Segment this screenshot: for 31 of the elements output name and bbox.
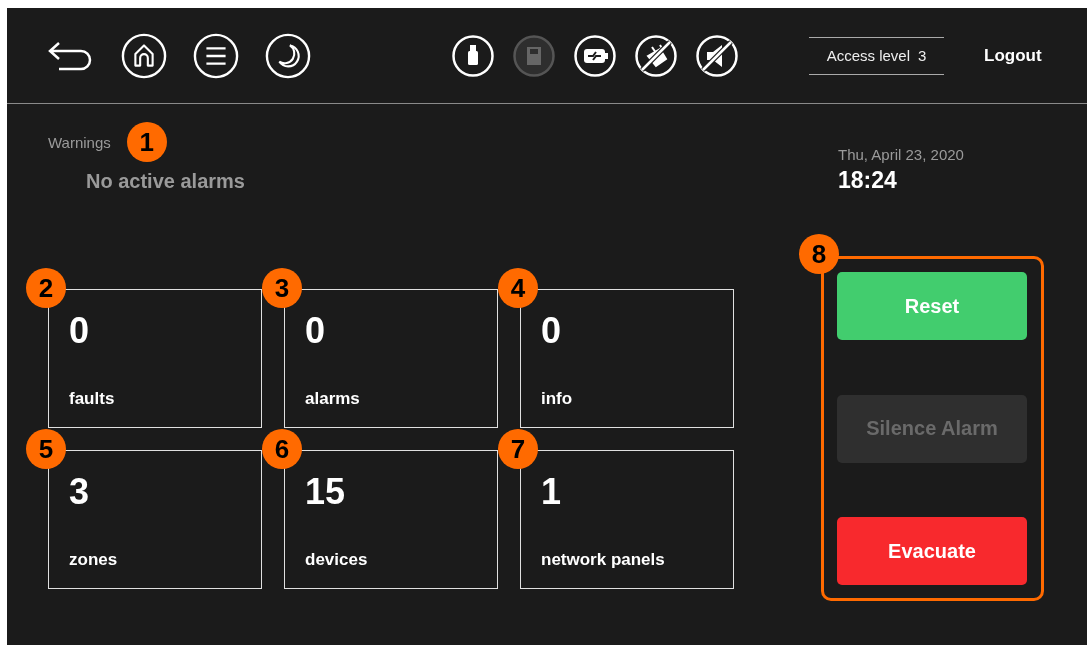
time-text: 18:24 <box>838 167 898 194</box>
warnings-label: Warnings <box>48 133 111 151</box>
counter-label: faults <box>69 389 115 409</box>
counter-label: info <box>541 389 573 409</box>
callout-badge: 2 <box>26 268 66 308</box>
counter-value: 0 <box>69 310 90 352</box>
counter-label: network panels <box>541 550 665 570</box>
counter-value: 3 <box>69 471 90 513</box>
callout-badge: 3 <box>262 268 302 308</box>
callout-badge: 4 <box>498 268 538 308</box>
callout-badge: 1 <box>126 122 167 162</box>
counter-label: devices <box>305 550 368 570</box>
warnings-message: No active alarms <box>86 170 246 193</box>
action-button[interactable]: Evacuate <box>837 517 1027 585</box>
logout-button[interactable]: Logout <box>978 41 1048 70</box>
date-text: Thu, April 23, 2020 <box>838 146 965 163</box>
callout-badge: 7 <box>498 429 538 469</box>
counter-tile[interactable]: 1 network panels <box>520 450 734 589</box>
callout-badge: 8 <box>799 234 839 274</box>
counter-value: 0 <box>541 310 562 352</box>
callout-badge: 6 <box>262 429 302 469</box>
callout-badge: 5 <box>26 429 66 469</box>
moon-icon[interactable] <box>265 32 311 79</box>
counter-label: alarms <box>305 389 360 409</box>
counter-value: 1 <box>541 471 562 513</box>
home-icon[interactable] <box>121 32 167 79</box>
counter-value: 0 <box>305 310 326 352</box>
counter-label: zones <box>69 550 118 570</box>
counter-value: 15 <box>305 471 346 513</box>
access-level-indicator: Access level 3 <box>809 36 944 75</box>
menu-icon[interactable] <box>193 32 239 79</box>
